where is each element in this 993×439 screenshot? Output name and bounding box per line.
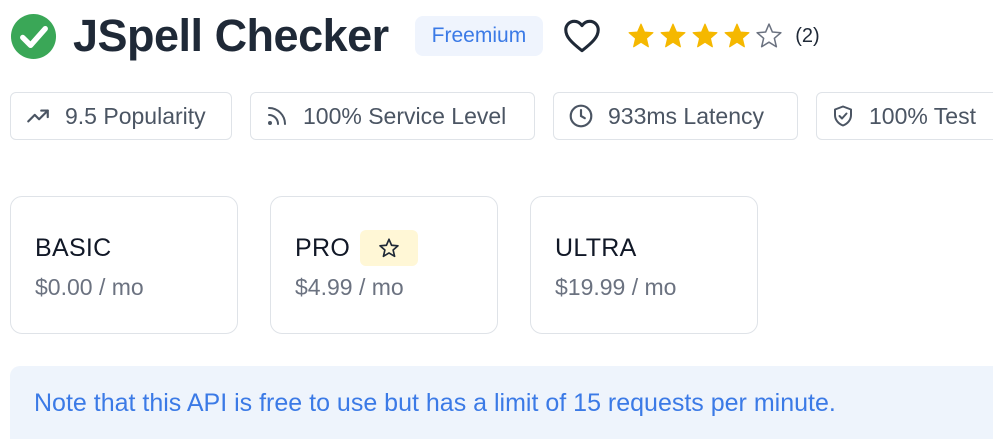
plan-name-row: ULTRA <box>555 230 757 266</box>
plan-name: ULTRA <box>555 233 637 262</box>
recommended-badge <box>360 230 419 266</box>
star-outline-icon <box>379 238 399 258</box>
clock-icon <box>569 104 593 128</box>
plan-price: $19.99 / mo <box>555 274 677 300</box>
star-filled-icon <box>660 23 686 48</box>
plan-price: $4.99 / mo <box>295 274 404 300</box>
plan-card-pro[interactable]: PRO $4.99 / mo <box>270 196 498 334</box>
favorite-button[interactable] <box>561 15 603 57</box>
stat-label: 933ms Latency <box>608 102 764 129</box>
plan-price: $0.00 / mo <box>35 274 144 300</box>
star-empty-icon <box>756 23 782 48</box>
api-title: JSpell Checker <box>73 10 389 61</box>
stat-test: 100% Test <box>816 92 993 140</box>
plan-name: PRO <box>295 233 351 262</box>
plan-card-ultra[interactable]: ULTRA $19.99 / mo <box>530 196 758 334</box>
star-filled-icon <box>692 23 718 48</box>
rating-stars[interactable]: (2) <box>627 22 820 50</box>
plan-name: BASIC <box>35 233 112 262</box>
api-listing: JSpell Checker Freemium (2) 9.5 Populari… <box>0 0 993 439</box>
plan-name-row: BASIC <box>35 230 237 266</box>
trending-up-icon <box>27 109 49 123</box>
shield-check-icon <box>834 105 852 127</box>
stats-row: 9.5 Popularity 100% Service Level 933ms … <box>10 92 993 140</box>
stat-popularity: 9.5 Popularity <box>10 92 232 140</box>
stat-latency: 933ms Latency <box>553 92 798 140</box>
star-filled-icon <box>724 23 750 48</box>
verified-check-icon <box>10 13 57 59</box>
heart-icon <box>564 19 600 53</box>
stat-label: 9.5 Popularity <box>65 102 206 129</box>
plan-name-row: PRO <box>295 230 497 266</box>
pricing-badge: Freemium <box>414 16 544 56</box>
pricing-plans: BASIC $0.00 / mo PRO $4.99 / mo ULTRA $1… <box>10 196 758 334</box>
stat-label: 100% Service Level <box>303 102 507 129</box>
star-filled-icon <box>628 23 654 48</box>
stat-service-level: 100% Service Level <box>250 92 535 140</box>
signal-icon <box>268 107 286 125</box>
stat-label: 100% Test <box>869 102 976 129</box>
rating-count: (2) <box>795 24 820 47</box>
rate-limit-note: Note that this API is free to use but ha… <box>10 366 993 439</box>
api-header: JSpell Checker Freemium (2) <box>10 10 820 62</box>
plan-card-basic[interactable]: BASIC $0.00 / mo <box>10 196 238 334</box>
